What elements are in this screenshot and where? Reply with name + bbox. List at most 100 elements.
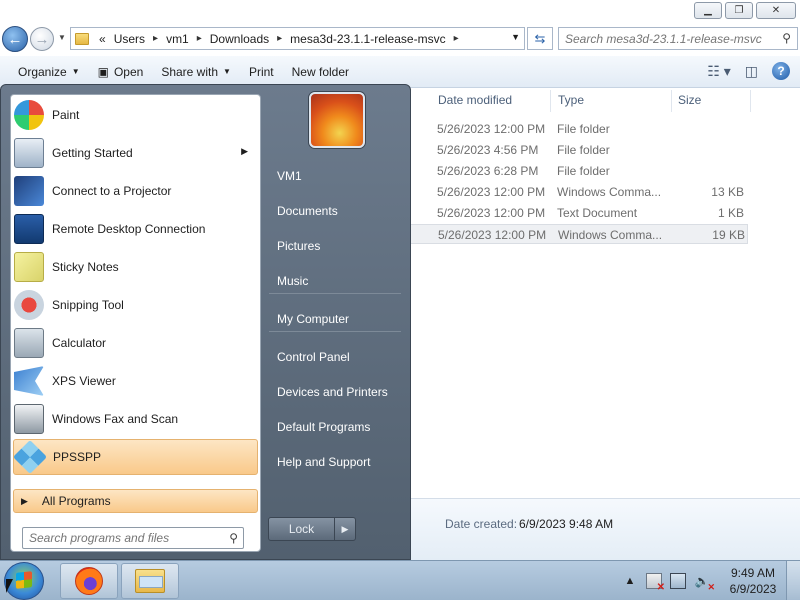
start-right-item-music[interactable]: Music xyxy=(263,266,403,296)
folder-icon xyxy=(75,32,89,45)
breadcrumb[interactable]: « Users ▸ vm1 ▸ Downloads ▸ mesa3d-23.1.… xyxy=(70,27,525,50)
arrow-left-icon: ← xyxy=(7,30,23,48)
triangle-right-icon: ▶ xyxy=(21,495,28,506)
column-size[interactable]: Size xyxy=(678,93,701,107)
start-program-fax-scan[interactable]: Windows Fax and Scan xyxy=(13,401,258,437)
show-hidden-icons-icon[interactable]: ▲ xyxy=(622,573,638,589)
start-right-item-my-computer[interactable]: My Computer xyxy=(263,304,403,334)
search-icon[interactable]: ⚲ xyxy=(229,531,238,545)
column-divider[interactable] xyxy=(750,90,751,112)
start-program-projector[interactable]: Connect to a Projector xyxy=(13,173,258,209)
breadcrumb-current-folder[interactable]: mesa3d-23.1.1-release-msvc xyxy=(286,32,449,46)
folder-search-input[interactable] xyxy=(565,31,775,46)
caret-down-icon: ▼ xyxy=(71,67,80,76)
volume-muted-icon[interactable]: 🔈 xyxy=(694,573,715,593)
action-center-icon[interactable] xyxy=(646,573,665,593)
address-bar: ← → ▼ « Users ▸ vm1 ▸ Downloads ▸ mesa3d… xyxy=(0,24,800,54)
breadcrumb-users[interactable]: Users xyxy=(110,32,149,46)
refresh-button[interactable]: ⇆ xyxy=(527,27,553,50)
ppsspp-icon xyxy=(13,440,47,474)
cell-size: 13 KB xyxy=(711,185,744,199)
shutdown-options-button[interactable]: ▶ xyxy=(335,517,356,541)
table-row[interactable]: 5/26/2023 12:00 PM Text Document 1 KB xyxy=(410,203,748,223)
start-menu-programs-pane: Paint Getting Started ▶ Connect to a Projec… xyxy=(10,94,261,552)
start-search-input[interactable] xyxy=(29,531,219,545)
cell-type: File folder xyxy=(557,122,610,136)
start-search-box[interactable]: ⚲ xyxy=(22,527,244,549)
submenu-arrow-icon[interactable]: ▶ xyxy=(241,146,248,157)
start-program-ppsspp[interactable]: PPSSPP xyxy=(13,439,258,475)
start-right-item-vm1[interactable]: VM1 xyxy=(263,161,403,191)
breadcrumb-downloads[interactable]: Downloads xyxy=(206,32,273,46)
caret-down-icon: ▼ xyxy=(223,67,231,76)
column-divider[interactable] xyxy=(671,90,672,112)
start-program-remote-desktop[interactable]: Remote Desktop Connection xyxy=(13,211,258,247)
program-label: Paint xyxy=(52,108,80,122)
column-date-modified[interactable]: Date modified xyxy=(438,93,512,107)
folder-search-box[interactable]: ⚲ xyxy=(558,27,798,50)
refresh-icon: ⇆ xyxy=(534,30,546,46)
paint-icon xyxy=(14,100,44,130)
start-program-getting-started[interactable]: Getting Started ▶ xyxy=(13,135,258,171)
cell-type: File folder xyxy=(557,143,610,157)
start-right-item-control-panel[interactable]: Control Panel xyxy=(263,342,403,372)
show-desktop-button[interactable] xyxy=(786,561,800,600)
clock[interactable]: 9:49 AM 6/9/2023 xyxy=(720,565,786,597)
column-type[interactable]: Type xyxy=(558,93,584,107)
program-label: PPSSPP xyxy=(53,450,102,464)
chevron-right-icon[interactable]: ▸ xyxy=(193,33,206,44)
table-row[interactable]: 5/26/2023 12:00 PM Windows Comma... 19 KB xyxy=(410,224,748,244)
address-dropdown-icon[interactable]: ▼ xyxy=(511,32,520,42)
open-button[interactable]: ▣ Open xyxy=(89,65,153,79)
start-right-item-pictures[interactable]: Pictures xyxy=(263,231,403,261)
change-view-icon[interactable]: ☷ ▾ xyxy=(707,63,730,80)
network-icon[interactable] xyxy=(670,573,686,589)
table-row[interactable]: 5/26/2023 6:28 PM File folder xyxy=(410,161,748,181)
breadcrumb-overflow[interactable]: « xyxy=(95,32,110,46)
start-right-item-help-and-support[interactable]: Help and Support xyxy=(263,447,403,477)
chevron-right-icon[interactable]: ▸ xyxy=(149,33,162,44)
start-program-sticky-notes[interactable]: Sticky Notes xyxy=(13,249,258,285)
start-program-paint[interactable]: Paint xyxy=(13,97,258,133)
start-program-xps-viewer[interactable]: XPS Viewer xyxy=(13,363,258,399)
minimize-button[interactable]: ▁ xyxy=(694,2,722,19)
column-divider[interactable] xyxy=(550,90,551,112)
details-label: Date created: xyxy=(445,517,518,531)
start-right-item-devices-and-printers[interactable]: Devices and Printers xyxy=(263,377,403,407)
maximize-button[interactable]: ❐ xyxy=(725,2,753,19)
search-icon[interactable]: ⚲ xyxy=(782,31,791,45)
arrow-right-icon: → xyxy=(34,30,50,48)
chevron-right-icon[interactable]: ▸ xyxy=(273,33,286,44)
cell-date: 5/26/2023 12:00 PM xyxy=(438,228,547,242)
print-button[interactable]: Print xyxy=(240,65,283,79)
snipping-tool-icon xyxy=(14,290,44,320)
back-button[interactable]: ← xyxy=(2,26,28,52)
all-programs-label: All Programs xyxy=(41,494,111,508)
close-button[interactable]: ✕ xyxy=(756,2,796,19)
preview-pane-icon[interactable]: ◫ xyxy=(745,63,758,80)
table-row[interactable]: 5/26/2023 12:00 PM File folder xyxy=(410,119,748,139)
clock-date: 6/9/2023 xyxy=(729,582,777,596)
help-icon[interactable]: ? xyxy=(772,62,790,80)
taskbar-explorer[interactable] xyxy=(121,563,179,599)
start-right-item-documents[interactable]: Documents xyxy=(263,196,403,226)
start-program-snipping-tool[interactable]: Snipping Tool xyxy=(13,287,258,323)
start-right-item-default-programs[interactable]: Default Programs xyxy=(263,412,403,442)
taskbar-firefox[interactable] xyxy=(60,563,118,599)
organize-button[interactable]: Organize ▼ xyxy=(9,65,89,79)
chevron-right-icon[interactable]: ▸ xyxy=(450,33,463,44)
recent-pages-dropdown[interactable]: ▼ xyxy=(58,33,66,42)
program-label: Sticky Notes xyxy=(52,260,119,274)
explorer-folder-icon xyxy=(135,569,165,593)
table-row[interactable]: 5/26/2023 4:56 PM File folder xyxy=(410,140,748,160)
start-program-calculator[interactable]: Calculator xyxy=(13,325,258,361)
share-with-button[interactable]: Share with ▼ xyxy=(152,65,240,79)
lock-button[interactable]: Lock xyxy=(268,517,335,541)
new-folder-button[interactable]: New folder xyxy=(283,65,358,79)
forward-button[interactable]: → xyxy=(30,27,54,51)
menu-separator xyxy=(269,331,401,332)
all-programs-button[interactable]: ▶ All Programs xyxy=(13,489,258,513)
user-picture[interactable] xyxy=(309,92,365,148)
table-row[interactable]: 5/26/2023 12:00 PM Windows Comma... 13 KB xyxy=(410,182,748,202)
breadcrumb-vm1[interactable]: vm1 xyxy=(162,32,193,46)
